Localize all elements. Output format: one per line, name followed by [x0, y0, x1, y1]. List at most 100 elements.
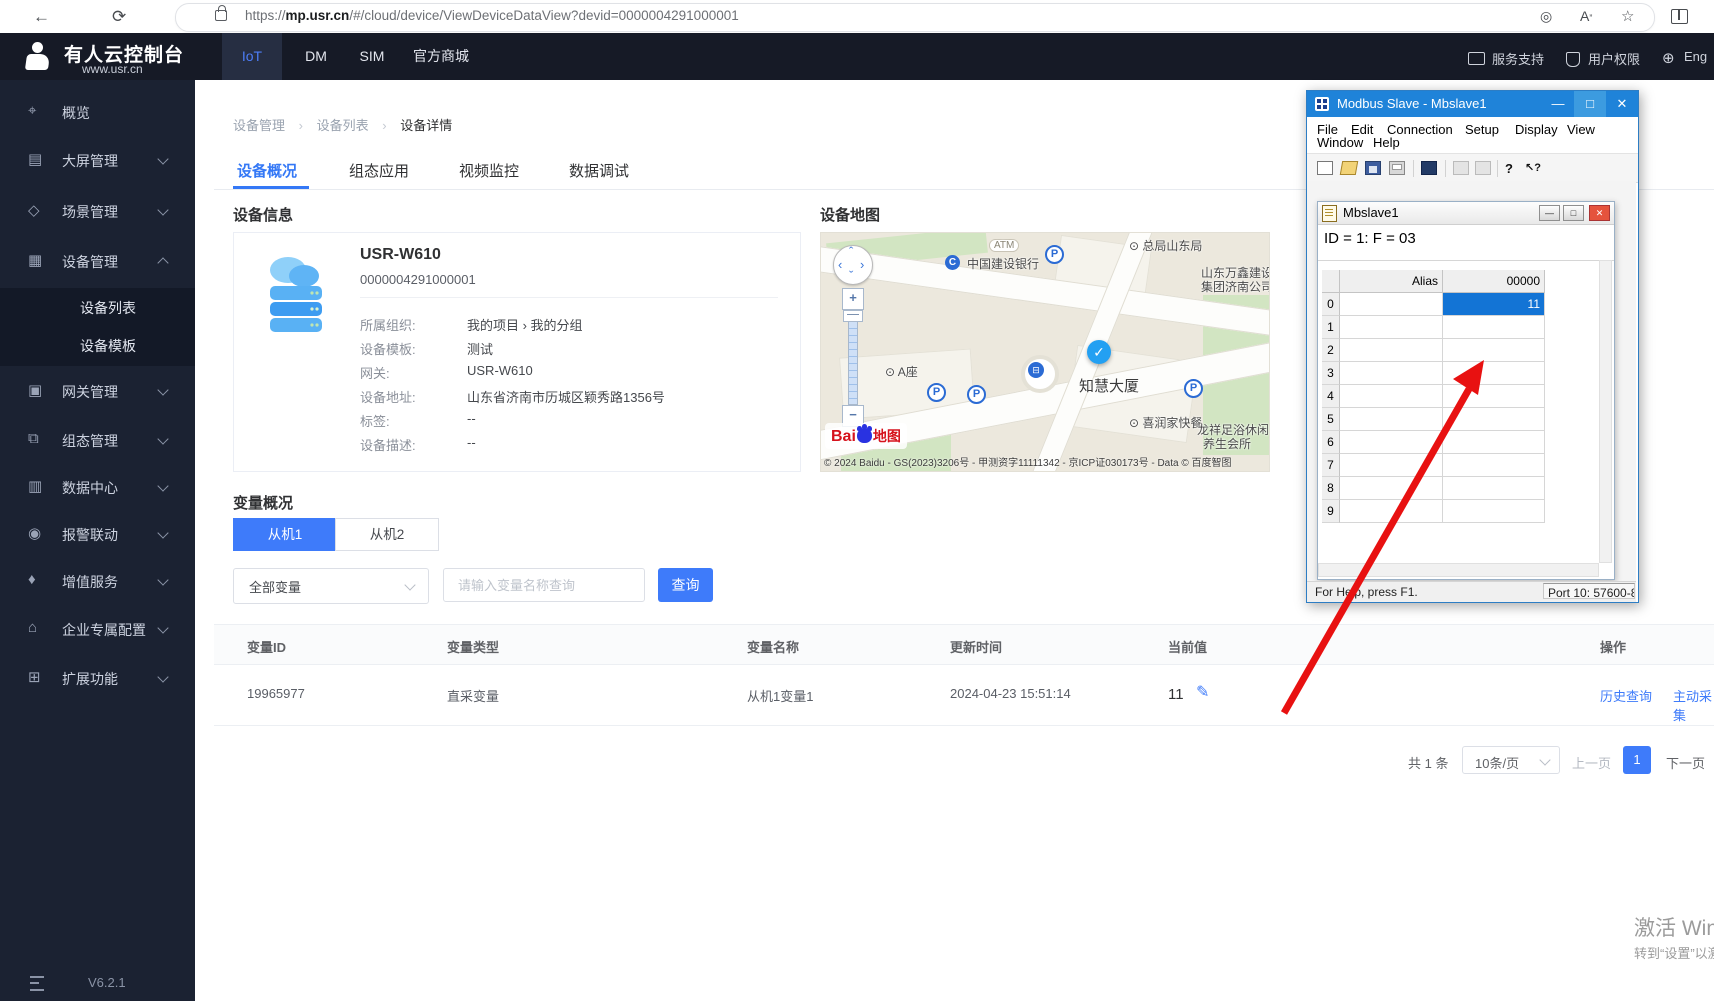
- search-button[interactable]: 查询: [658, 568, 713, 602]
- maximize-button[interactable]: □: [1574, 91, 1606, 117]
- sidebar-item-概览[interactable]: ⌖ 概览: [0, 102, 195, 122]
- grid-value-cell[interactable]: [1443, 362, 1545, 385]
- grid-value-cell[interactable]: [1443, 339, 1545, 362]
- variable-type-select[interactable]: 全部变量: [233, 568, 429, 604]
- browser-back-icon[interactable]: ←: [33, 0, 50, 33]
- sidebar-item-增值服务[interactable]: ♦ 增值服务: [0, 571, 195, 591]
- nav-tab-iot[interactable]: IoT: [222, 33, 282, 80]
- grid-alias-cell[interactable]: [1340, 477, 1443, 500]
- menu-view[interactable]: View: [1567, 122, 1595, 137]
- print-icon[interactable]: [1389, 161, 1405, 175]
- save-icon[interactable]: [1365, 161, 1381, 175]
- slave2-tab[interactable]: 从机2: [335, 518, 439, 551]
- url-text[interactable]: https://mp.usr.cn/#/cloud/device/ViewDev…: [245, 8, 739, 23]
- menu-display[interactable]: Display: [1515, 122, 1558, 137]
- child-vertical-scrollbar[interactable]: [1599, 260, 1612, 563]
- child-minimize-button[interactable]: —: [1539, 205, 1560, 221]
- nav-tab-mall[interactable]: 官方商城: [406, 33, 476, 80]
- sidebar-item-报警联动[interactable]: ◉ 报警联动: [0, 524, 195, 544]
- menu-setup[interactable]: Setup: [1465, 122, 1499, 137]
- menu-window[interactable]: Window: [1317, 135, 1363, 150]
- log-icon[interactable]: [1475, 161, 1491, 175]
- edit-value-icon[interactable]: ✎: [1196, 682, 1209, 702]
- prev-page-button[interactable]: 上一页: [1572, 753, 1611, 772]
- favorite-star-icon[interactable]: ☆: [1621, 0, 1634, 33]
- sidebar-item-扩展功能[interactable]: ⊞ 扩展功能: [0, 668, 195, 688]
- tab-configuration-app[interactable]: 组态应用: [349, 160, 409, 181]
- child-title-bar[interactable]: Mbslave1 — □ ✕: [1318, 202, 1614, 225]
- child-horizontal-scrollbar[interactable]: [1318, 563, 1599, 577]
- nav-tab-dm[interactable]: DM: [296, 33, 336, 80]
- context-help-icon[interactable]: ↖?: [1525, 161, 1541, 175]
- slave1-tab[interactable]: 从机1: [233, 518, 337, 551]
- sidebar-item-组态管理[interactable]: ⧉ 组态管理: [0, 430, 195, 450]
- sidebar-item-设备模板[interactable]: 设备模板: [0, 335, 195, 355]
- grid-value-cell[interactable]: 11: [1443, 293, 1545, 316]
- map-pan-control[interactable]: ˆ ˇ ‹ ›: [833, 244, 873, 285]
- language-switch[interactable]: Eng: [1684, 49, 1707, 64]
- device-name: USR-W610: [360, 246, 441, 263]
- history-query-link[interactable]: 历史查询: [1600, 686, 1652, 705]
- tab-device-overview[interactable]: 设备概况: [237, 160, 297, 181]
- modbus-title-bar[interactable]: Modbus Slave - Mbslave1 — □ ✕: [1307, 91, 1638, 117]
- device-map[interactable]: ˆ ˇ ‹ › + − C P P P P ⊟ ✓ ⊙ 总局山东局 中国建设银行 ⊙ A座…: [820, 232, 1270, 472]
- service-support-link[interactable]: 服务支持: [1492, 49, 1544, 68]
- grid-alias-cell[interactable]: [1340, 454, 1443, 477]
- page-size-value: 10条/页: [1475, 756, 1520, 771]
- map-zoom-in-button[interactable]: +: [842, 288, 864, 310]
- page-1-button[interactable]: 1: [1623, 746, 1651, 774]
- grid-alias-cell[interactable]: [1340, 316, 1443, 339]
- active-collect-link[interactable]: 主动采集: [1673, 686, 1714, 724]
- variable-search-input[interactable]: 请输入变量名称查询: [443, 568, 645, 602]
- mbslave1-child-window[interactable]: Mbslave1 — □ ✕ ID = 1: F = 03 Alias 0000…: [1317, 201, 1615, 580]
- grid-alias-cell[interactable]: [1340, 431, 1443, 454]
- sidebar-item-设备管理[interactable]: ▦ 设备管理: [0, 251, 195, 271]
- map-zoom-slider[interactable]: [848, 321, 858, 405]
- sidebar-item-数据中心[interactable]: ▥ 数据中心: [0, 477, 195, 497]
- device-location-marker[interactable]: ✓: [1087, 340, 1111, 364]
- breadcrumb-item[interactable]: 设备列表: [317, 118, 369, 133]
- grid-value-cell[interactable]: [1443, 454, 1545, 477]
- sidebar-item-设备列表[interactable]: 设备列表: [0, 297, 195, 317]
- grid-alias-cell[interactable]: [1340, 408, 1443, 431]
- menu-help[interactable]: Help: [1373, 135, 1400, 150]
- grid-alias-cell[interactable]: [1340, 385, 1443, 408]
- browser-refresh-icon[interactable]: ⟳: [112, 0, 126, 33]
- close-button[interactable]: ✕: [1606, 91, 1638, 117]
- split-screen-icon[interactable]: [1671, 9, 1688, 24]
- nav-tab-sim[interactable]: SIM: [350, 33, 394, 80]
- display-mode-icon[interactable]: [1421, 161, 1437, 175]
- grid-alias-cell[interactable]: [1340, 362, 1443, 385]
- grid-value-cell[interactable]: [1443, 431, 1545, 454]
- minimize-button[interactable]: —: [1542, 91, 1574, 117]
- page-size-select[interactable]: 10条/页: [1462, 746, 1560, 774]
- child-maximize-button[interactable]: □: [1563, 205, 1584, 221]
- grid-value-cell[interactable]: [1443, 477, 1545, 500]
- new-file-icon[interactable]: [1317, 161, 1333, 175]
- child-close-button[interactable]: ✕: [1589, 205, 1610, 221]
- grid-value-cell[interactable]: [1443, 408, 1545, 431]
- grid-value-cell[interactable]: [1443, 500, 1545, 523]
- collapse-sidebar-icon[interactable]: [30, 976, 44, 991]
- grid-alias-cell[interactable]: [1340, 293, 1443, 316]
- tab-video-monitor[interactable]: 视频监控: [459, 160, 519, 181]
- help-icon[interactable]: ?: [1505, 161, 1521, 176]
- grid-alias-cell[interactable]: [1340, 339, 1443, 362]
- modbus-slave-window[interactable]: Modbus Slave - Mbslave1 — □ ✕ File Edit Co…: [1306, 90, 1639, 603]
- user-permission-link[interactable]: 用户权限: [1588, 49, 1640, 68]
- open-file-icon[interactable]: [1339, 161, 1359, 175]
- sidebar-item-场景管理[interactable]: ◇ 场景管理: [0, 201, 195, 221]
- grid-value-cell[interactable]: [1443, 316, 1545, 339]
- sidebar-item-企业专属配置[interactable]: ⌂ 企业专属配置: [0, 619, 195, 639]
- next-page-button[interactable]: 下一页: [1666, 753, 1705, 772]
- device-field-value: --: [467, 411, 476, 426]
- connection-icon[interactable]: [1453, 161, 1469, 175]
- location-pin-icon[interactable]: ◎: [1540, 0, 1552, 33]
- sidebar-item-网关管理[interactable]: ▣ 网关管理: [0, 381, 195, 401]
- tab-data-debug[interactable]: 数据调试: [569, 160, 629, 181]
- breadcrumb-item[interactable]: 设备管理: [233, 118, 285, 133]
- grid-alias-cell[interactable]: [1340, 500, 1443, 523]
- sidebar-item-大屏管理[interactable]: ▤ 大屏管理: [0, 150, 195, 170]
- grid-value-cell[interactable]: [1443, 385, 1545, 408]
- read-aloud-icon[interactable]: A”: [1580, 0, 1592, 35]
